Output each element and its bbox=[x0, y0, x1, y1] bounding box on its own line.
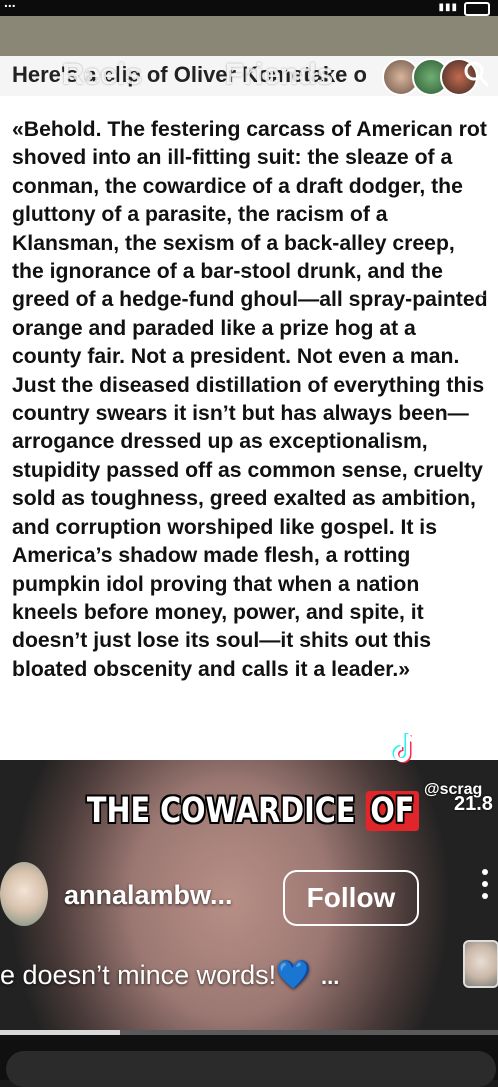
username[interactable]: annalambw... bbox=[64, 880, 233, 911]
more-vertical-icon[interactable] bbox=[478, 864, 492, 904]
header-bar: Here's a clip of Oliver Kometake o Reels… bbox=[0, 56, 498, 96]
status-bar: ... ▮▮▮ bbox=[0, 0, 498, 16]
post-caption[interactable]: le doesn’t mince words!💙... bbox=[0, 958, 339, 991]
tiktok-icon bbox=[392, 733, 418, 763]
blue-heart-icon: 💙 bbox=[276, 959, 312, 990]
quote-text: «Behold. The festering carcass of Americ… bbox=[12, 118, 488, 681]
caption-more-link[interactable]: ... bbox=[321, 964, 339, 989]
video-caption: THE COWARDICE OF bbox=[82, 785, 424, 837]
watermark-count: 21.8 bbox=[454, 793, 493, 815]
top-strip bbox=[0, 16, 498, 56]
search-icon[interactable] bbox=[462, 58, 490, 90]
video-caption-text: THE COWARDICE bbox=[86, 791, 356, 831]
poster-avatar[interactable] bbox=[0, 862, 48, 926]
side-count: 10.7 bbox=[466, 542, 494, 558]
bottom-bar bbox=[0, 1035, 498, 1087]
post-caption-text: le doesn’t mince words! bbox=[0, 960, 277, 990]
signal-icon: ▮▮▮ bbox=[438, 2, 458, 13]
audio-thumbnail[interactable] bbox=[463, 940, 498, 988]
video-caption-highlight: OF bbox=[365, 791, 420, 831]
tab-reels[interactable]: Reels bbox=[62, 58, 142, 92]
side-count: 225 bbox=[470, 283, 494, 299]
quote-card: «Behold. The festering carcass of Americ… bbox=[0, 96, 498, 760]
comment-input[interactable] bbox=[6, 1051, 496, 1087]
follow-button[interactable]: Follow bbox=[283, 870, 419, 926]
side-count: 9 bbox=[486, 412, 494, 428]
status-time: ... bbox=[4, 0, 16, 10]
battery-icon bbox=[464, 2, 490, 16]
tiktok-watermark: @scrag 21.8 bbox=[424, 782, 493, 815]
tab-friends[interactable]: Friends bbox=[225, 58, 333, 92]
